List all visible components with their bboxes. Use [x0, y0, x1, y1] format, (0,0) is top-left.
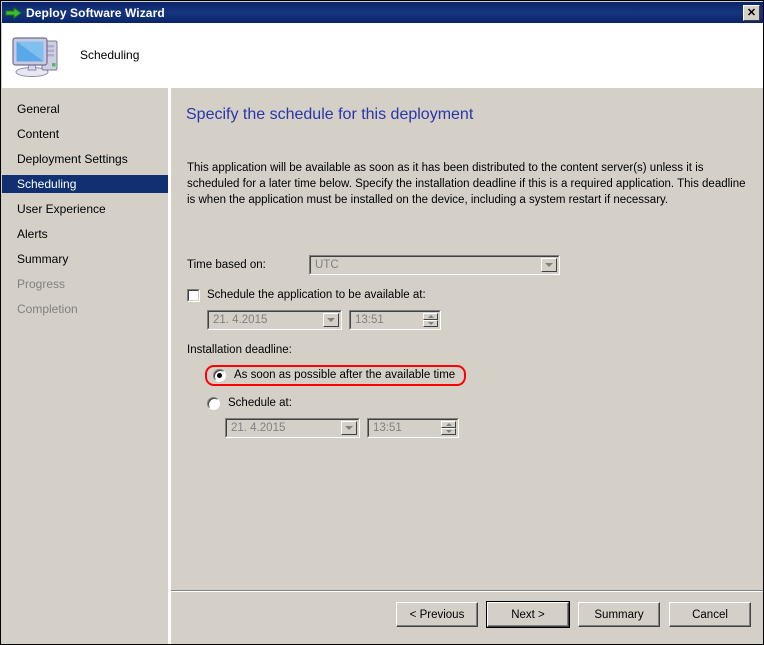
sidebar-item-completion: Completion: [17, 302, 78, 316]
wizard-content-pane: Specify the schedule for this deployment…: [171, 87, 763, 644]
field-inner-border: [310, 256, 559, 274]
sidebar-item-progress: Progress: [17, 277, 66, 291]
available-time-value: 13:51: [355, 314, 384, 326]
available-date-picker[interactable]: 21. 4.2015: [207, 310, 342, 330]
wizard-body: General Content Deployment Settings Sche…: [2, 87, 763, 644]
deadline-datetime-row: 21. 4.2015 13:51: [187, 417, 747, 439]
deadline-schedule-label: Schedule at:: [228, 397, 292, 409]
page-title: Specify the schedule for this deployment: [186, 106, 474, 123]
schedule-available-label: Schedule the application to be available…: [207, 289, 426, 301]
deadline-time-value: 13:51: [373, 422, 402, 434]
sidebar-item-deployment-settings[interactable]: Deployment Settings: [2, 150, 168, 168]
wizard-button-bar: < Previous Next > Summary Cancel: [171, 601, 763, 628]
deadline-asap-wrapper: As soon as possible after the available …: [187, 362, 747, 388]
previous-button[interactable]: < Previous: [396, 602, 478, 627]
time-spinner[interactable]: [423, 313, 438, 327]
intro-description: This application will be available as so…: [187, 162, 746, 206]
chevron-down-icon[interactable]: [541, 258, 557, 272]
spinner-down-icon[interactable]: [441, 428, 456, 435]
installation-deadline-label: Installation deadline:: [187, 344, 292, 356]
header-page-title: Scheduling: [80, 48, 140, 62]
deadline-schedule-radio[interactable]: [207, 396, 220, 410]
wizard-header: Scheduling: [2, 23, 763, 88]
green-arrow-icon: [5, 6, 22, 19]
spinner-up-icon[interactable]: [423, 313, 438, 320]
sidebar-item-summary[interactable]: Summary: [2, 250, 168, 268]
time-based-on-select[interactable]: UTC: [309, 255, 560, 275]
deadline-label-row: Installation deadline:: [187, 340, 747, 360]
arrow-down-glyph: [545, 263, 553, 267]
next-button[interactable]: Next >: [486, 601, 570, 628]
window-title: Deploy Software Wizard: [26, 5, 165, 20]
spinner-down-icon[interactable]: [423, 320, 438, 327]
spinner-up-icon[interactable]: [441, 421, 456, 428]
sidebar-item-alerts[interactable]: Alerts: [2, 225, 168, 243]
arrow-up-glyph: [445, 423, 452, 426]
schedule-form: Time based on: UTC Schedule the applicat…: [187, 254, 747, 439]
summary-button[interactable]: Summary: [578, 602, 660, 627]
deadline-date-value: 21. 4.2015: [231, 422, 286, 434]
arrow-down-glyph: [427, 322, 434, 325]
wizard-step-nav: General Content Deployment Settings Sche…: [2, 87, 168, 644]
deadline-asap-option[interactable]: As soon as possible after the available …: [205, 364, 467, 386]
time-spinner[interactable]: [441, 421, 456, 435]
deadline-time-field[interactable]: 13:51: [367, 418, 459, 438]
arrow-down-glyph: [327, 318, 335, 322]
sidebar-item-user-experience[interactable]: User Experience: [2, 200, 168, 218]
calendar-chevron-down-icon[interactable]: [341, 421, 357, 435]
calendar-chevron-down-icon[interactable]: [323, 313, 339, 327]
time-based-on-value: UTC: [315, 259, 339, 271]
close-glyph: ✕: [746, 6, 757, 19]
available-checkbox-row[interactable]: Schedule the application to be available…: [187, 283, 747, 307]
available-datetime-row: 21. 4.2015 13:51: [187, 309, 747, 331]
button-bar-separator: [171, 590, 763, 592]
nav-list: General Content Deployment Settings Sche…: [2, 88, 168, 318]
deploy-software-wizard-window: Deploy Software Wizard ✕ Scheduling Gene…: [0, 0, 764, 645]
arrow-down-glyph: [445, 430, 452, 433]
arrow-up-glyph: [427, 315, 434, 318]
available-date-value: 21. 4.2015: [213, 314, 268, 326]
computer-icon: [12, 37, 58, 77]
arrow-down-glyph: [345, 426, 353, 430]
time-based-on-row: Time based on: UTC: [187, 254, 747, 276]
sidebar-item-content[interactable]: Content: [2, 125, 168, 143]
title-bar: Deploy Software Wizard ✕: [2, 2, 763, 23]
deadline-date-picker[interactable]: 21. 4.2015: [225, 418, 360, 438]
time-based-on-label: Time based on:: [187, 259, 266, 271]
sidebar-item-general[interactable]: General: [2, 100, 168, 118]
deadline-asap-label: As soon as possible after the available …: [234, 369, 456, 381]
schedule-available-checkbox[interactable]: [187, 288, 200, 302]
deadline-asap-radio[interactable]: [213, 368, 226, 382]
close-icon[interactable]: ✕: [743, 5, 760, 21]
available-time-field[interactable]: 13:51: [349, 310, 441, 330]
deadline-schedule-row[interactable]: Schedule at:: [187, 391, 747, 415]
sidebar-item-scheduling[interactable]: Scheduling: [2, 175, 168, 193]
cancel-button[interactable]: Cancel: [669, 602, 751, 627]
